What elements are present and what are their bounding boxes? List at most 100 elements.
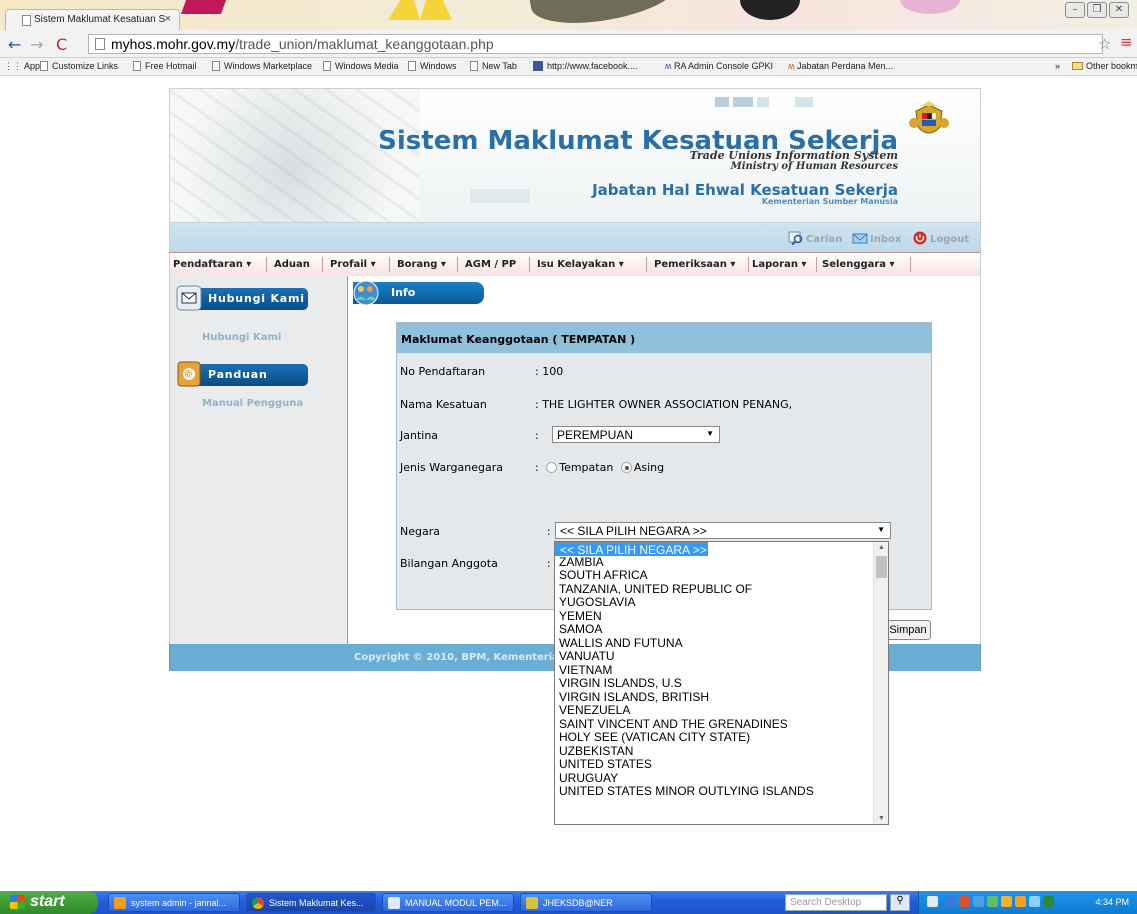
desktop-search-input[interactable]: Search Desktop bbox=[785, 894, 887, 911]
hubungi-kami-button[interactable]: Hubungi Kami bbox=[176, 285, 308, 311]
dropdown-option-selected[interactable]: << SILA PILIH NEGARA >> bbox=[555, 542, 708, 557]
bookmark-item[interactable]: Windows bbox=[408, 61, 457, 71]
menu-pemeriksaan[interactable]: Pemeriksaan ▾ bbox=[654, 259, 735, 270]
bookmark-item[interactable]: http://www.facebook.... bbox=[533, 61, 638, 71]
tray-icon[interactable] bbox=[927, 896, 938, 907]
menu-isu-kelayakan[interactable]: Isu Kelayakan ▾ bbox=[537, 259, 624, 270]
restore-icon[interactable]: ❐ bbox=[1087, 2, 1107, 18]
url-input[interactable]: myhos.mohr.gov.my/trade_union/maklumat_k… bbox=[88, 34, 1103, 54]
tray-icon[interactable] bbox=[1043, 896, 1054, 907]
tray-icon[interactable] bbox=[1029, 896, 1040, 907]
dropdown-option[interactable]: UZBEKISTAN bbox=[555, 744, 888, 759]
bookmark-item[interactable]: New Tab bbox=[470, 61, 517, 71]
bookmark-item[interactable]: Windows Media bbox=[323, 61, 399, 71]
taskbar-item-jheksdb[interactable]: JHEKSDB@NER bbox=[520, 893, 652, 912]
start-button[interactable]: start bbox=[0, 891, 98, 914]
carian-link[interactable]: Carian bbox=[788, 231, 842, 245]
dropdown-option[interactable]: HOLY SEE (VATICAN CITY STATE) bbox=[555, 730, 888, 745]
bookmark-star-icon[interactable]: ☆ bbox=[1098, 35, 1111, 53]
dropdown-option[interactable]: VIETNAM bbox=[555, 663, 888, 678]
panduan-button[interactable]: @ Panduan bbox=[177, 361, 308, 387]
jantina-label: Jantina bbox=[400, 429, 439, 442]
left-sidebar: Hubungi Kami Hubungi Kami @ Panduan Manu… bbox=[169, 276, 348, 644]
menu-pendaftaran[interactable]: Pendaftaran ▾ bbox=[173, 259, 251, 270]
dropdown-option[interactable]: YEMEN bbox=[555, 609, 888, 624]
tray-icon[interactable] bbox=[959, 896, 970, 907]
dropdown-option[interactable]: TANZANIA, UNITED REPUBLIC OF bbox=[555, 582, 888, 597]
browser-tab[interactable]: Sistem Maklumat Kesatuan S × bbox=[5, 9, 180, 30]
dropdown-option[interactable]: VANUATU bbox=[555, 649, 888, 664]
dropdown-option[interactable]: WALLIS AND FUTUNA bbox=[555, 636, 888, 651]
reload-icon[interactable]: C bbox=[56, 35, 67, 54]
power-icon bbox=[913, 231, 927, 245]
menu-separator bbox=[646, 257, 647, 272]
banner-decoration bbox=[795, 97, 813, 107]
simpan-button[interactable]: Simpan bbox=[885, 620, 931, 640]
dropdown-option[interactable]: URUGUAY bbox=[555, 771, 888, 786]
banner-ministry: Kementerian Sumber Manusia bbox=[761, 197, 898, 206]
forward-icon[interactable]: → bbox=[30, 35, 43, 54]
hubungi-kami-link[interactable]: Hubungi Kami bbox=[202, 332, 281, 343]
menu-laporan[interactable]: Laporan ▾ bbox=[752, 259, 806, 270]
dropdown-option[interactable]: ZAMBIA bbox=[555, 555, 888, 570]
bookmark-item[interactable]: ʍ RA Admin Console GPKI bbox=[665, 61, 773, 71]
bookmarks-overflow[interactable]: » bbox=[1055, 61, 1060, 71]
dropdown-option[interactable]: YUGOSLAVIA bbox=[555, 595, 888, 610]
menu-separator bbox=[389, 257, 390, 272]
taskbar-item-chrome[interactable]: Sistem Maklumat Kes... bbox=[246, 893, 376, 912]
bookmark-item[interactable]: Windows Marketplace bbox=[212, 61, 312, 71]
menu-borang[interactable]: Borang ▾ bbox=[397, 259, 446, 270]
close-window-icon[interactable]: ✕ bbox=[1109, 2, 1129, 18]
url-host: myhos.mohr.gov.my bbox=[111, 36, 236, 52]
jantina-select[interactable]: PEREMPUAN ▼ bbox=[552, 426, 720, 443]
top-toolbar: Carian Inbox Logout bbox=[169, 223, 981, 252]
address-book-icon: @ bbox=[177, 361, 201, 387]
menu-profail[interactable]: Profail ▾ bbox=[330, 259, 376, 270]
dropdown-option[interactable]: UNITED STATES bbox=[555, 757, 888, 772]
bookmark-item[interactable]: ʍ Jabatan Perdana Men... bbox=[788, 61, 893, 71]
tray-icon[interactable] bbox=[1015, 896, 1026, 907]
manual-pengguna-link[interactable]: Manual Pengguna bbox=[202, 398, 303, 409]
dropdown-option[interactable]: UNITED STATES MINOR OUTLYING ISLANDS bbox=[555, 784, 888, 799]
bookmark-apps[interactable]: ⋮⋮ Apps bbox=[4, 61, 45, 72]
taskbar-item-manual[interactable]: MANUAL MODUL PEM... bbox=[382, 893, 514, 912]
tab-close-icon[interactable]: × bbox=[165, 13, 171, 25]
logout-link[interactable]: Logout bbox=[912, 231, 969, 245]
search-icon[interactable]: ⚲ bbox=[890, 894, 910, 911]
scroll-up-icon[interactable]: ▲ bbox=[878, 544, 885, 551]
inbox-link[interactable]: Inbox bbox=[852, 231, 901, 245]
menu-agm-pp[interactable]: AGM / PP bbox=[465, 259, 516, 270]
taskbar-item-outlook[interactable]: system admin - jannal... bbox=[108, 893, 240, 912]
radio-tempatan[interactable] bbox=[546, 462, 558, 473]
dropdown-option[interactable]: SAINT VINCENT AND THE GRENADINES bbox=[555, 717, 888, 732]
minimize-icon[interactable]: – bbox=[1065, 2, 1085, 18]
negara-dropdown-list[interactable]: << SILA PILIH NEGARA >> ZIMBABWE ZAMBIA … bbox=[554, 541, 889, 825]
bookmark-folder[interactable]: Other bookmarks bbox=[1072, 61, 1137, 71]
dropdown-option[interactable]: VIRGIN ISLANDS, BRITISH bbox=[555, 690, 888, 705]
tray-icon[interactable] bbox=[987, 896, 998, 907]
scroll-down-icon[interactable]: ▼ bbox=[878, 815, 885, 822]
bookmark-item[interactable]: Customize Links bbox=[40, 61, 118, 71]
dropdown-option[interactable]: SOUTH AFRICA bbox=[555, 568, 888, 583]
clock: 4:34 PM bbox=[1095, 897, 1129, 907]
page-icon bbox=[323, 61, 331, 71]
tray-icon[interactable] bbox=[973, 896, 984, 907]
tray-icon[interactable] bbox=[945, 896, 956, 907]
dropdown-option[interactable]: VENEZUELA bbox=[555, 703, 888, 718]
bookmark-item[interactable]: Free Hotmail bbox=[133, 61, 197, 71]
banner-decoration bbox=[470, 189, 530, 203]
banner-decoration bbox=[757, 97, 769, 107]
form-title: Maklumat Keanggotaan ( TEMPATAN ) bbox=[397, 323, 931, 353]
back-icon[interactable]: ← bbox=[8, 35, 21, 54]
negara-select[interactable]: << SILA PILIH NEGARA >> ▼ bbox=[555, 522, 891, 539]
dropdown-option[interactable]: VIRGIN ISLANDS, U.S bbox=[555, 676, 888, 691]
browser-menu-icon[interactable]: ≡ bbox=[1120, 33, 1133, 51]
menu-aduan[interactable]: Aduan bbox=[274, 259, 310, 270]
mail-icon bbox=[176, 285, 202, 311]
dropdown-option[interactable]: SAMOA bbox=[555, 622, 888, 637]
scrollbar-thumb[interactable] bbox=[876, 556, 887, 578]
dropdown-scrollbar[interactable]: ▲ ▼ bbox=[873, 542, 888, 824]
radio-asing[interactable] bbox=[620, 462, 632, 473]
tray-icon[interactable] bbox=[1001, 896, 1012, 907]
menu-selenggara[interactable]: Selenggara ▾ bbox=[822, 259, 895, 270]
